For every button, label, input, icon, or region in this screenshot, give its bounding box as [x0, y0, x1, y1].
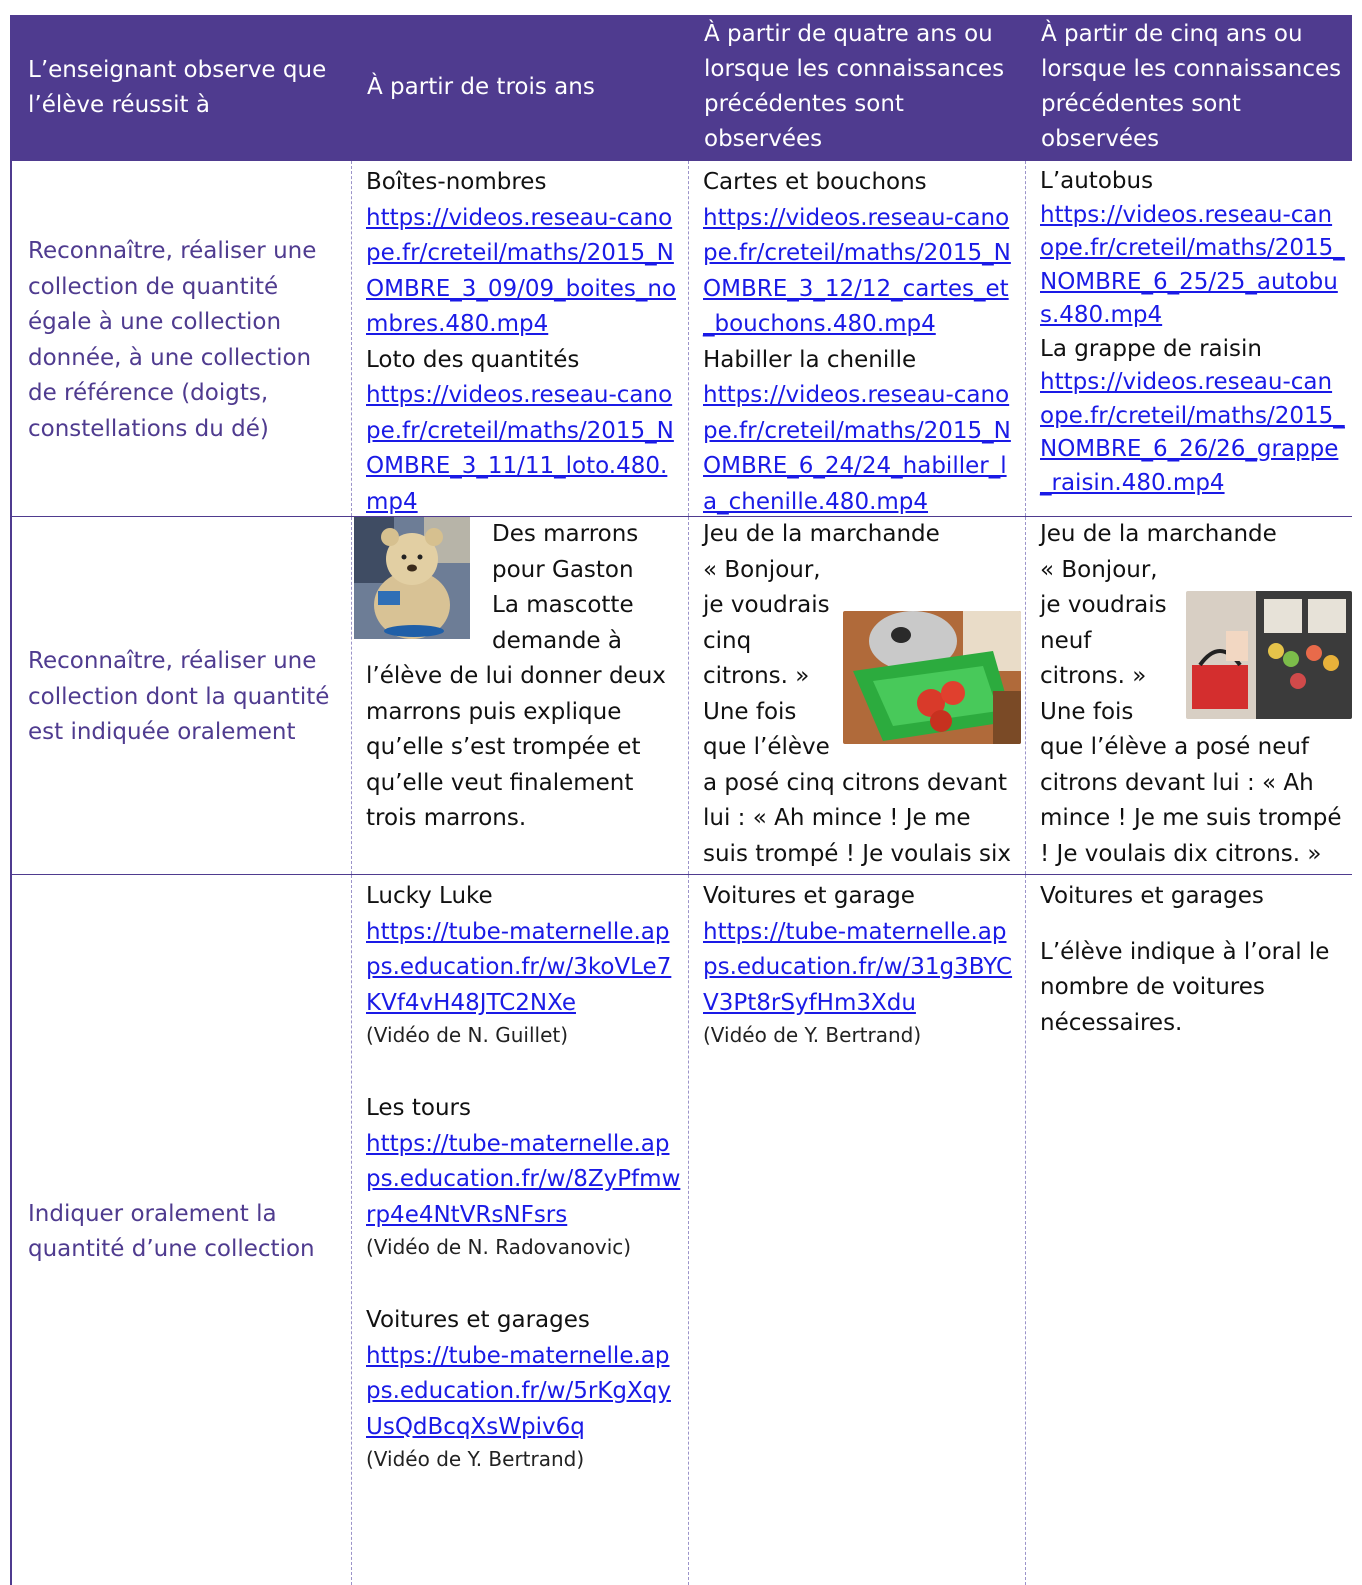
header-observation: L’enseignant observe que l’élève réussit… [28, 56, 327, 118]
video-link[interactable]: https://tube-maternelle.apps.education.f… [366, 915, 682, 1022]
shopping-basket-photo [843, 610, 1021, 744]
progression-table: L’enseignant observe que l’élève réussit… [10, 15, 1352, 1585]
video-credit: (Vidéo de N. Radovanovic) [366, 1235, 632, 1259]
activity-title: Loto des quantités [366, 346, 580, 373]
header-four-years: À partir de quatre ans ou lorsque les co… [704, 21, 1005, 152]
fruit-shop-photo [1186, 590, 1352, 719]
activity-cell: Cartes et bouchons https://videos.reseau… [688, 161, 1025, 516]
activity-title: Lucky Luke [366, 883, 493, 909]
video-link[interactable]: https://videos.reseau-canope.fr/creteil/… [1040, 199, 1346, 333]
video-link[interactable]: https://videos.reseau-canope.fr/creteil/… [366, 378, 682, 516]
teddy-bear-photo [354, 517, 470, 639]
activity-title: Voitures et garage [703, 883, 915, 909]
activity-title: L’autobus [1040, 168, 1154, 194]
row-skill-label: Reconnaître, réaliser une collection don… [28, 648, 330, 746]
table-row: Indiquer oralement la quantité d’une col… [12, 875, 1352, 1585]
video-link[interactable]: https://tube-maternelle.apps.education.f… [366, 1339, 682, 1446]
video-credit: (Vidéo de Y. Bertrand) [366, 1447, 585, 1471]
table-row: Reconnaître, réaliser une collection de … [12, 161, 1352, 517]
video-link[interactable]: https://tube-maternelle.apps.education.f… [703, 915, 1019, 1022]
table-header: L’enseignant observe que l’élève réussit… [12, 15, 1352, 161]
activity-cell: Lucky Luke https://tube-maternelle.apps.… [351, 875, 688, 1585]
header-three-years: À partir de trois ans [367, 74, 595, 100]
activity-description: L’élève indique à l’oral le nombre de vo… [1040, 938, 1330, 1036]
activity-title: Voitures et garages [1040, 883, 1264, 909]
activity-title: Cartes et bouchons [703, 169, 927, 195]
activity-cell: Jeu de la marchande « Bonjour, je voudra… [688, 517, 1025, 874]
activity-title: Jeu de la marchande [703, 521, 940, 547]
activity-cell: Des marrons pour Gaston La mascotte dema… [351, 517, 688, 874]
video-link[interactable]: https://videos.reseau-canope.fr/creteil/… [703, 201, 1019, 343]
video-link[interactable]: https://videos.reseau-canope.fr/creteil/… [703, 378, 1019, 516]
activity-title: La grappe de raisin [1040, 335, 1262, 362]
activity-title: Habiller la chenille [703, 346, 917, 373]
activity-cell: Voitures et garages L’élève indique à l’… [1025, 875, 1352, 1585]
activity-cell: Jeu de la marchande « Bonjour, je voudra… [1025, 517, 1352, 874]
table-row: Reconnaître, réaliser une collection don… [12, 517, 1352, 875]
activity-cell: Boîtes-nombres https://videos.reseau-can… [351, 161, 688, 516]
activity-title: Les tours [366, 1095, 471, 1121]
video-link[interactable]: https://videos.reseau-canope.fr/creteil/… [366, 201, 682, 343]
activity-title: Voitures et garages [366, 1307, 590, 1333]
activity-cell: Voitures et garage https://tube-maternel… [688, 875, 1025, 1585]
activity-title: Jeu de la marchande [1040, 521, 1277, 547]
row-skill-label: Reconnaître, réaliser une collection de … [28, 238, 317, 442]
activity-title: Boîtes-nombres [366, 169, 547, 195]
header-five-years: À partir de cinq ans ou lorsque les conn… [1041, 21, 1342, 152]
video-credit: (Vidéo de N. Guillet) [366, 1023, 569, 1047]
video-link[interactable]: https://videos.reseau-canope.fr/creteil/… [1040, 366, 1346, 500]
video-credit: (Vidéo de Y. Bertrand) [703, 1023, 922, 1047]
row-skill-label: Indiquer oralement la quantité d’une col… [28, 1200, 315, 1263]
video-link[interactable]: https://tube-maternelle.apps.education.f… [366, 1127, 682, 1234]
activity-cell: L’autobus https://videos.reseau-canope.f… [1025, 161, 1352, 516]
